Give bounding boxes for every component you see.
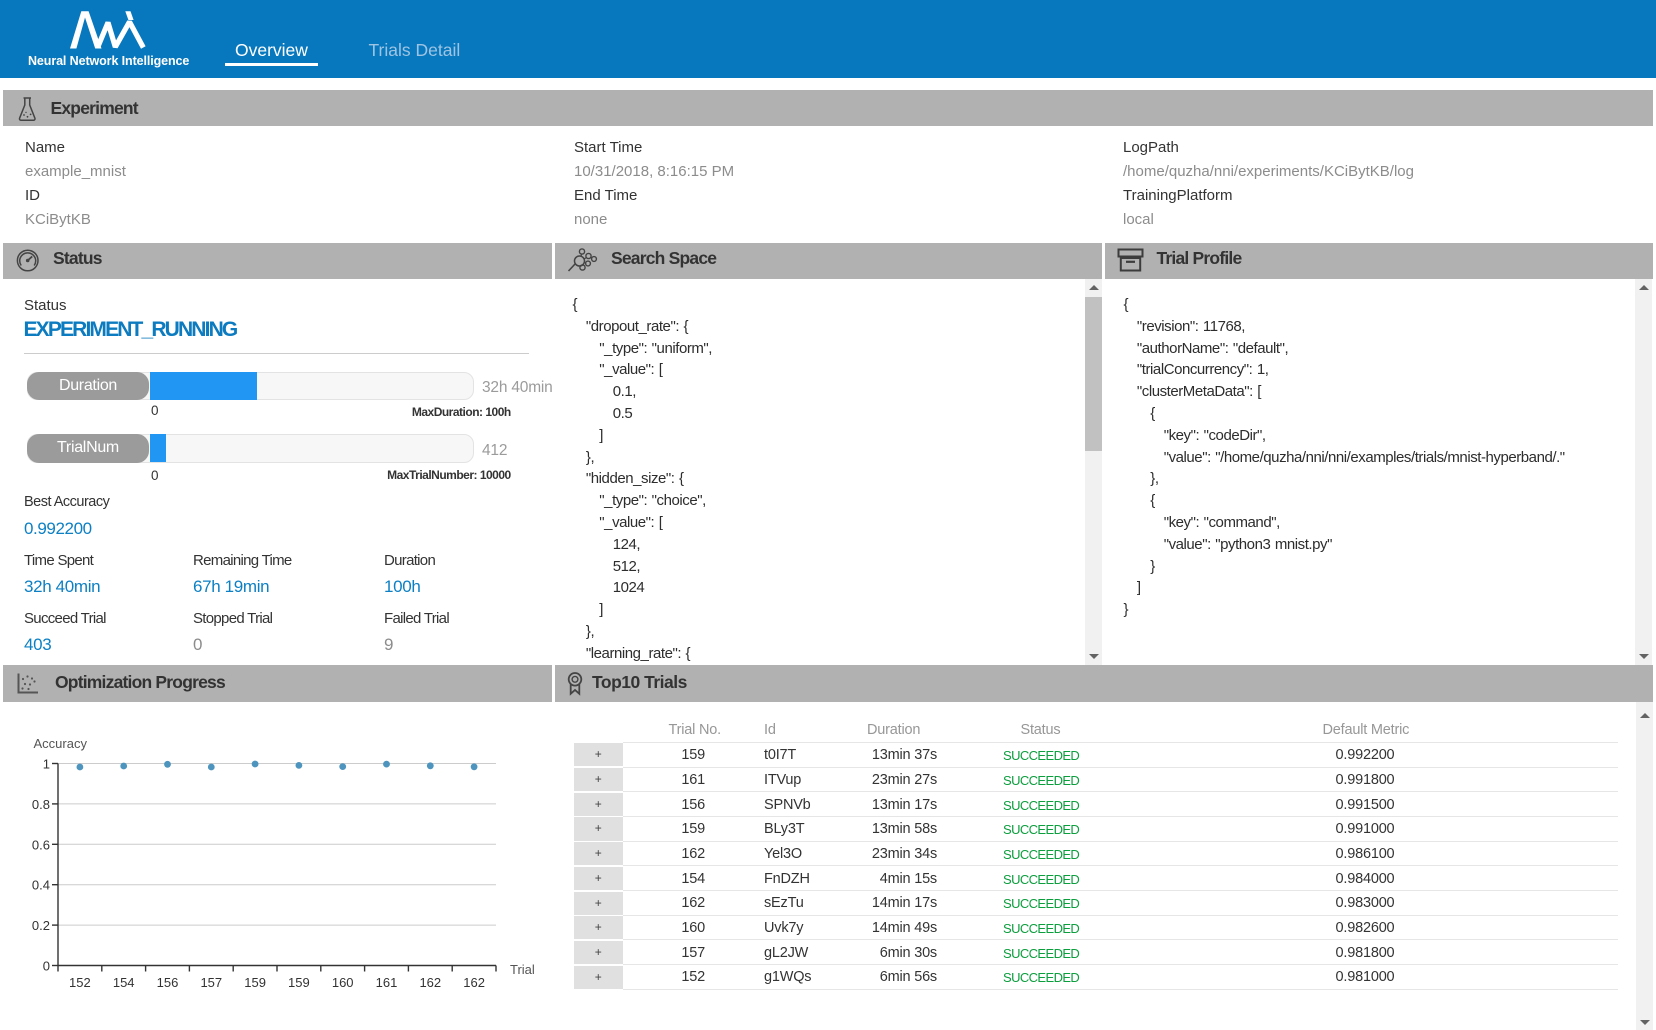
svg-text:159: 159 (244, 975, 266, 990)
svg-text:Accuracy: Accuracy (34, 736, 88, 751)
svg-text:152: 152 (69, 975, 91, 990)
svg-text:156: 156 (157, 975, 179, 990)
svg-text:159: 159 (288, 975, 310, 990)
svg-text:0: 0 (43, 959, 50, 974)
svg-text:161: 161 (376, 975, 398, 990)
svg-text:160: 160 (332, 975, 354, 990)
svg-text:1: 1 (43, 757, 50, 772)
svg-text:0.2: 0.2 (32, 918, 50, 933)
svg-text:154: 154 (113, 975, 135, 990)
svg-text:0.6: 0.6 (32, 837, 50, 852)
svg-text:Trial: Trial (510, 962, 535, 977)
svg-text:157: 157 (200, 975, 222, 990)
svg-text:162: 162 (463, 975, 485, 990)
svg-text:162: 162 (419, 975, 441, 990)
svg-text:0.8: 0.8 (32, 797, 50, 812)
svg-text:0.4: 0.4 (32, 878, 50, 893)
